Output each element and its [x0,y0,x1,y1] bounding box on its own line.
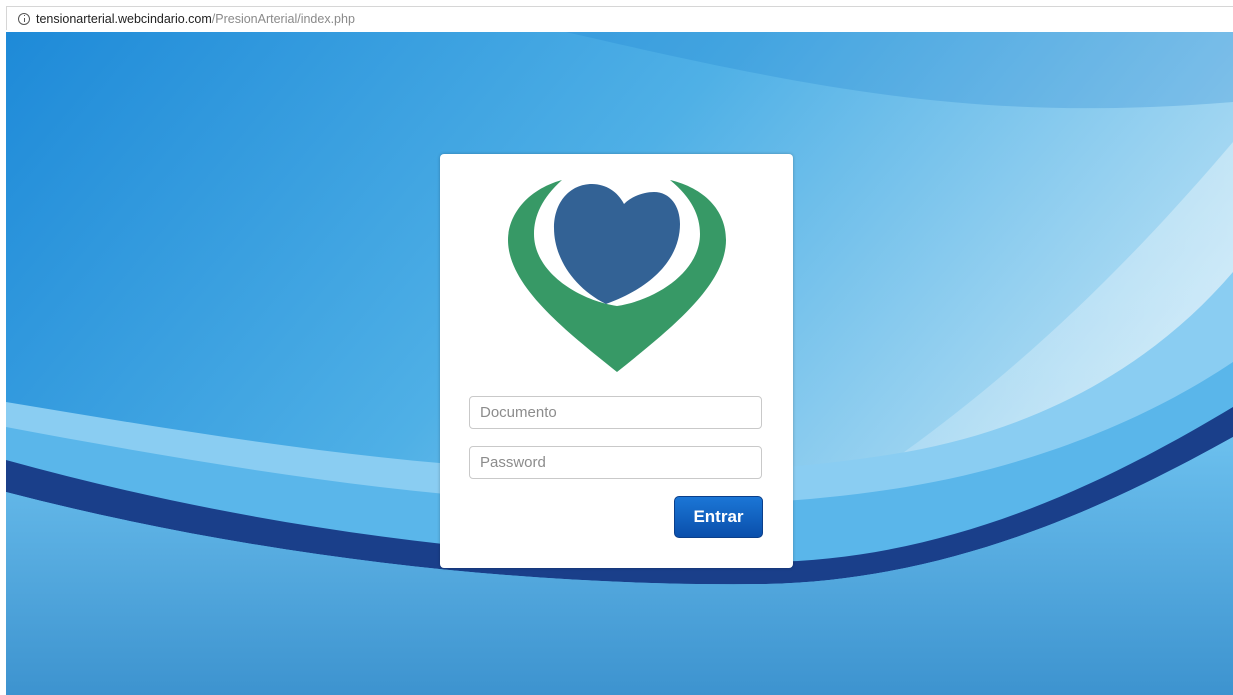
login-card: Entrar [440,154,793,568]
url-path: /PresionArterial/index.php [211,11,355,26]
address-bar[interactable]: tensionarterial.webcindario.com/PresionA… [6,6,1233,30]
info-icon[interactable] [18,12,30,25]
login-button[interactable]: Entrar [674,496,763,538]
url-host: tensionarterial.webcindario.com [36,11,212,26]
heart-logo-icon [508,180,726,372]
page-viewport: Entrar [6,32,1233,695]
password-input[interactable] [469,446,762,479]
document-input[interactable] [469,396,762,429]
